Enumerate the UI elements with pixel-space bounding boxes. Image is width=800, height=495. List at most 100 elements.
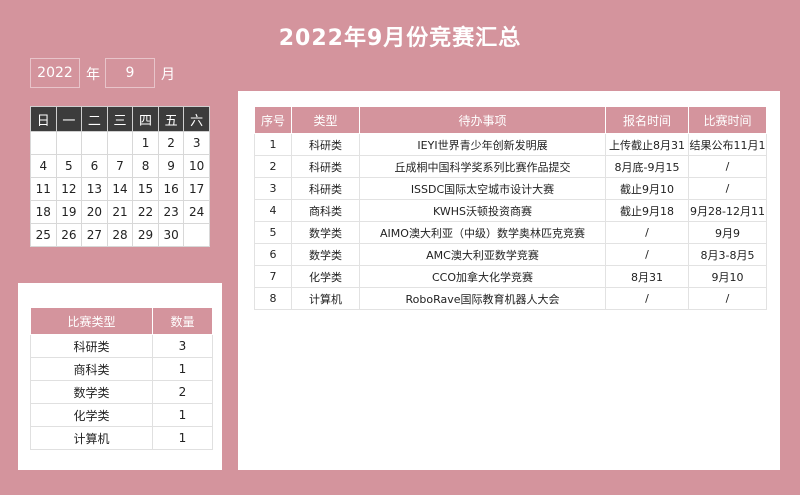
cell-task: KWHS沃顿投资商赛: [359, 199, 606, 222]
calendar-week-row: 18 19 20 21 22 23 24: [30, 200, 210, 224]
cell-category: 数学类: [30, 380, 153, 404]
table-row: 4 商科类 KWHS沃顿投资商赛 截止9月18 9月28-12月11: [254, 199, 767, 222]
cell-contest-time: /: [688, 155, 767, 178]
month-label: 月: [161, 67, 175, 83]
column-header-task: 待办事项: [359, 106, 606, 134]
calendar-week-row: 4 5 6 7 8 9 10: [30, 154, 210, 178]
calendar-day: 12: [55, 177, 83, 201]
calendar-day: 7: [106, 154, 134, 178]
weekday-header: 一: [55, 106, 83, 132]
table-row: 2 科研类 丘成桐中国科学奖系列比赛作品提交 8月底-9月15 /: [254, 155, 767, 178]
cell-contest-time: 9月28-12月11: [688, 199, 767, 222]
column-header-signup-time: 报名时间: [605, 106, 689, 134]
cell-type: 数学类: [291, 243, 360, 266]
calendar-day: 6: [81, 154, 108, 178]
calendar-day: 18: [30, 200, 57, 224]
calendar: 日 一 二 三 四 五 六 1 2 3 4 5 6 7 8 9 10 11 12…: [30, 106, 210, 247]
weekday-header: 五: [157, 106, 185, 132]
calendar-day: 13: [81, 177, 108, 201]
calendar-day: 22: [132, 200, 159, 224]
table-row: 计算机 1: [30, 426, 213, 450]
events-header-row: 序号 类型 待办事项 报名时间 比赛时间: [254, 106, 767, 134]
table-row: 7 化学类 CCO加拿大化学竞赛 8月31 9月10: [254, 265, 767, 288]
weekday-header: 六: [183, 106, 210, 132]
calendar-day: 19: [55, 200, 83, 224]
month-field[interactable]: 9: [105, 58, 155, 88]
cell-contest-time: /: [688, 287, 767, 310]
cell-signup-time: 截止9月10: [605, 177, 689, 200]
calendar-day: 2: [157, 131, 185, 155]
column-header-category: 比赛类型: [30, 307, 153, 335]
cell-signup-time: /: [605, 221, 689, 244]
cell-count: 1: [152, 426, 213, 450]
cell-count: 1: [152, 403, 213, 427]
cell-task: AMC澳大利亚数学竞赛: [359, 243, 606, 266]
calendar-day: 9: [157, 154, 185, 178]
cell-index: 1: [254, 133, 292, 156]
cell-count: 1: [152, 357, 213, 381]
cell-category: 计算机: [30, 426, 153, 450]
calendar-day: 14: [106, 177, 134, 201]
cell-signup-time: 8月底-9月15: [605, 155, 689, 178]
calendar-day: 10: [183, 154, 210, 178]
calendar-day: 24: [183, 200, 210, 224]
column-header-count: 数量: [152, 307, 213, 335]
cell-contest-time: 9月9: [688, 221, 767, 244]
table-row: 8 计算机 RoboRave国际教育机器人大会 / /: [254, 287, 767, 310]
cell-type: 科研类: [291, 177, 360, 200]
calendar-day: 17: [183, 177, 210, 201]
table-row: 6 数学类 AMC澳大利亚数学竞赛 / 8月3-8月5: [254, 243, 767, 266]
cell-signup-time: 8月31: [605, 265, 689, 288]
cell-index: 5: [254, 221, 292, 244]
cell-count: 3: [152, 334, 213, 358]
calendar-day: 23: [157, 200, 185, 224]
table-row: 5 数学类 AIMO澳大利亚（中级）数学奥林匹克竞赛 / 9月9: [254, 221, 767, 244]
cell-task: IEYI世界青少年创新发明展: [359, 133, 606, 156]
calendar-day: [30, 131, 57, 155]
calendar-day: 4: [30, 154, 57, 178]
cell-index: 3: [254, 177, 292, 200]
cell-type: 数学类: [291, 221, 360, 244]
cell-task: RoboRave国际教育机器人大会: [359, 287, 606, 310]
calendar-day: 26: [55, 223, 83, 247]
cell-type: 科研类: [291, 133, 360, 156]
calendar-day: [55, 131, 83, 155]
calendar-week-row: 25 26 27 28 29 30: [30, 223, 210, 247]
table-row: 数学类 2: [30, 380, 213, 404]
calendar-day: [183, 223, 210, 247]
calendar-day: 5: [55, 154, 83, 178]
table-row: 3 科研类 ISSDC国际太空城市设计大赛 截止9月10 /: [254, 177, 767, 200]
summary-table: 比赛类型 数量 科研类 3 商科类 1 数学类 2 化学类 1 计算机 1: [30, 307, 213, 450]
cell-index: 2: [254, 155, 292, 178]
calendar-day: 28: [106, 223, 134, 247]
cell-type: 科研类: [291, 155, 360, 178]
cell-signup-time: /: [605, 243, 689, 266]
cell-category: 化学类: [30, 403, 153, 427]
calendar-day: 21: [106, 200, 134, 224]
calendar-day: 11: [30, 177, 57, 201]
cell-signup-time: 截止9月18: [605, 199, 689, 222]
cell-category: 科研类: [30, 334, 153, 358]
cell-index: 4: [254, 199, 292, 222]
column-header-index: 序号: [254, 106, 292, 134]
calendar-day: 25: [30, 223, 57, 247]
cell-task: 丘成桐中国科学奖系列比赛作品提交: [359, 155, 606, 178]
table-row: 商科类 1: [30, 357, 213, 381]
cell-index: 7: [254, 265, 292, 288]
cell-signup-time: /: [605, 287, 689, 310]
cell-category: 商科类: [30, 357, 153, 381]
year-label: 年: [86, 67, 100, 83]
cell-task: AIMO澳大利亚（中级）数学奥林匹克竞赛: [359, 221, 606, 244]
cell-type: 化学类: [291, 265, 360, 288]
cell-task: CCO加拿大化学竞赛: [359, 265, 606, 288]
calendar-day: 1: [132, 131, 159, 155]
calendar-day: 30: [157, 223, 185, 247]
calendar-day: [81, 131, 108, 155]
column-header-contest-time: 比赛时间: [688, 106, 767, 134]
cell-contest-time: 9月10: [688, 265, 767, 288]
cell-type: 商科类: [291, 199, 360, 222]
cell-contest-time: 8月3-8月5: [688, 243, 767, 266]
year-field[interactable]: 2022: [30, 58, 80, 88]
cell-contest-time: 结果公布11月1: [688, 133, 767, 156]
weekday-header: 四: [132, 106, 159, 132]
